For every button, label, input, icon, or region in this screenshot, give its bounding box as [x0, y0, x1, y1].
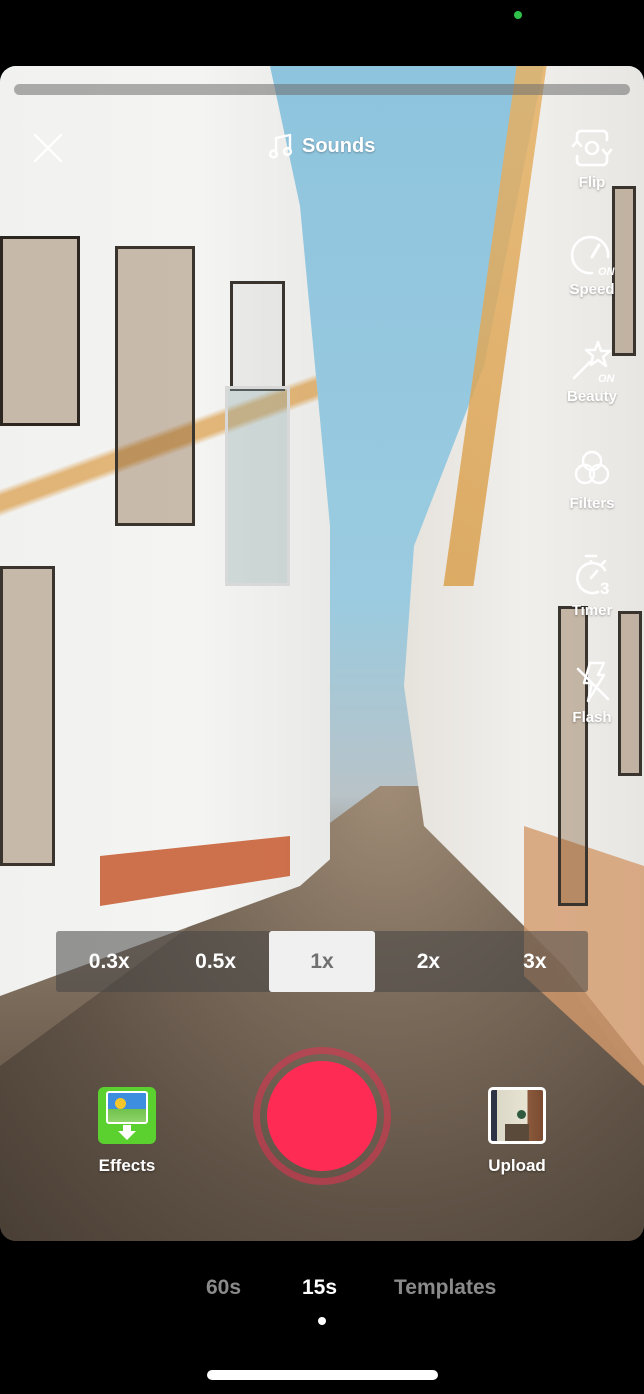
effects-button[interactable]: Effects: [92, 1087, 162, 1176]
speed-on-badge: ON: [598, 266, 616, 278]
record-button[interactable]: [253, 1047, 391, 1185]
speed-option-3x[interactable]: 3x: [482, 931, 588, 992]
flash-button[interactable]: Flash: [540, 659, 644, 726]
filters-circles-icon: [574, 450, 610, 485]
filters-button[interactable]: Filters: [540, 445, 644, 512]
balcony-window: [115, 246, 195, 526]
close-button[interactable]: [30, 130, 66, 166]
balcony-window: [0, 236, 80, 426]
timer-icon: 3: [576, 554, 609, 598]
speed-option-2x[interactable]: 2x: [375, 931, 481, 992]
tab-15s[interactable]: 15s: [302, 1276, 337, 1300]
close-icon: [33, 133, 63, 163]
timer-label: Timer: [571, 602, 613, 619]
flash-off-icon: [576, 661, 610, 703]
beauty-button[interactable]: ON Beauty: [540, 338, 644, 405]
active-tab-indicator: [318, 1317, 326, 1325]
home-indicator[interactable]: [207, 1370, 438, 1380]
flip-camera-icon: [571, 129, 613, 167]
timer-button[interactable]: 3 Timer: [540, 552, 644, 619]
music-note-icon: [268, 133, 293, 159]
tab-60s[interactable]: 60s: [206, 1276, 241, 1300]
speedometer-icon: ON: [570, 235, 616, 278]
privacy-indicator-dot: [514, 11, 522, 19]
sounds-label: Sounds: [302, 134, 376, 157]
speed-selector: 0.3x 0.5x 1x 2x 3x: [56, 931, 588, 992]
flip-button[interactable]: Flip: [540, 124, 644, 191]
mode-tabs: 60s 15s Templates: [0, 1276, 644, 1306]
speed-option-1x[interactable]: 1x: [268, 931, 376, 992]
upload-label: Upload: [488, 1156, 546, 1175]
magic-wand-icon: ON: [572, 340, 616, 385]
balcony-window: [230, 281, 285, 391]
speed-option-0.5x[interactable]: 0.5x: [162, 931, 268, 992]
right-window: [558, 606, 588, 906]
record-button-core: [267, 1061, 377, 1171]
recording-progress-bar: [14, 84, 630, 95]
bay-window: [225, 386, 290, 586]
beauty-label: Beauty: [566, 388, 618, 405]
flash-label: Flash: [572, 709, 612, 726]
filters-label: Filters: [569, 495, 615, 512]
barred-window: [0, 566, 55, 866]
speed-option-0.3x[interactable]: 0.3x: [56, 931, 162, 992]
effects-label: Effects: [98, 1156, 156, 1175]
sounds-button[interactable]: Sounds: [268, 132, 375, 160]
timer-seconds-badge: 3: [600, 579, 609, 598]
effects-image-icon: [98, 1087, 156, 1144]
upload-button[interactable]: Upload: [480, 1087, 554, 1176]
flip-label: Flip: [578, 174, 606, 191]
gallery-thumbnail: [488, 1087, 546, 1144]
beauty-on-badge: ON: [598, 373, 616, 385]
speed-label: Speed: [569, 281, 615, 298]
speed-button[interactable]: ON Speed: [540, 231, 644, 298]
tab-templates[interactable]: Templates: [394, 1276, 496, 1300]
